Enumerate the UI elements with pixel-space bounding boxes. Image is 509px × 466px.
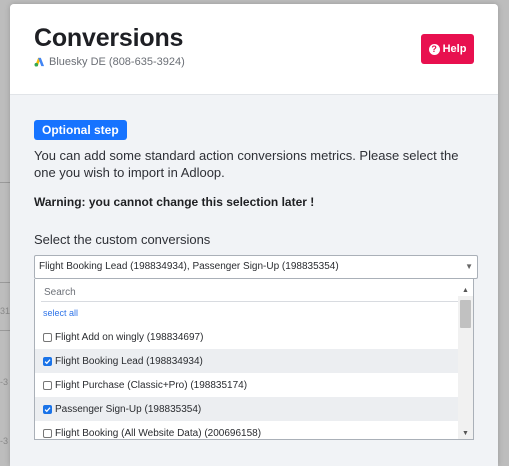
option-flight-add-on-wingly[interactable]: Flight Add on wingly (198834697) [35, 325, 467, 349]
option-label: Flight Purchase (Classic+Pro) (198835174… [55, 379, 248, 391]
background-text-fragment: 31 [0, 306, 10, 316]
help-circle-icon: ? [428, 43, 440, 55]
option-flight-booking-all-website-data[interactable]: Flight Booking (All Website Data) (20069… [35, 421, 467, 439]
checkbox[interactable] [43, 332, 52, 342]
check-icon [44, 358, 51, 364]
select-value: Flight Booking Lead (198834934), Passeng… [39, 261, 339, 272]
dropdown-caret-icon[interactable]: ▼ [465, 256, 473, 278]
background-text-fragment: -3 [0, 377, 9, 387]
help-label: Help [442, 43, 467, 55]
intro-text: You can add some standard action convers… [34, 148, 459, 180]
conversions-dropdown: select all Flight Add on wingly (1988346… [34, 279, 474, 440]
warning-text: Warning: you cannot change this selectio… [34, 195, 315, 209]
checkbox[interactable] [43, 356, 52, 366]
option-label: Passenger Sign-Up (198835354) [55, 403, 202, 415]
option-flight-booking-lead[interactable]: Flight Booking Lead (198834934) [35, 349, 467, 373]
option-passenger-sign-up[interactable]: Passenger Sign-Up (198835354) [35, 397, 467, 421]
select-label: Select the custom conversions [34, 232, 211, 247]
background-divider [0, 182, 10, 183]
modal-title: Conversions [34, 24, 184, 52]
check-icon [44, 406, 51, 412]
search-input[interactable] [41, 283, 468, 302]
account-info: Bluesky DE (808-635-3924) [34, 56, 185, 68]
option-label: Flight Add on wingly (198834697) [55, 331, 204, 343]
checkbox[interactable] [43, 428, 52, 438]
optional-step-badge: Optional step [34, 120, 127, 140]
select-all-link[interactable]: select all [43, 308, 78, 318]
scrollbar-thumb[interactable] [460, 300, 471, 328]
option-label: Flight Booking Lead (198834934) [55, 355, 203, 367]
options-list: Flight Add on wingly (198834697) Flight … [35, 325, 467, 439]
conversions-modal: Conversions Bluesky DE (808-635-3924) ? … [10, 4, 498, 466]
scroll-down-icon[interactable]: ▼ [458, 429, 473, 439]
dropdown-scrollbar[interactable]: ▲ ▼ [458, 287, 473, 439]
account-name: Bluesky DE (808-635-3924) [49, 56, 185, 68]
checkbox[interactable] [43, 404, 52, 414]
background-divider [0, 282, 10, 283]
option-flight-purchase[interactable]: Flight Purchase (Classic+Pro) (198835174… [35, 373, 467, 397]
help-button[interactable]: ? Help [421, 34, 474, 64]
modal-header: Conversions Bluesky DE (808-635-3924) ? … [10, 4, 498, 95]
checkbox[interactable] [43, 380, 52, 390]
option-label: Flight Booking (All Website Data) (20069… [55, 427, 262, 439]
scroll-up-icon[interactable]: ▲ [458, 286, 473, 296]
google-ads-logo-icon [34, 57, 45, 67]
background-divider [0, 330, 10, 331]
conversions-select[interactable]: Flight Booking Lead (198834934), Passeng… [34, 255, 478, 279]
background-text-fragment: -3 [0, 436, 9, 446]
